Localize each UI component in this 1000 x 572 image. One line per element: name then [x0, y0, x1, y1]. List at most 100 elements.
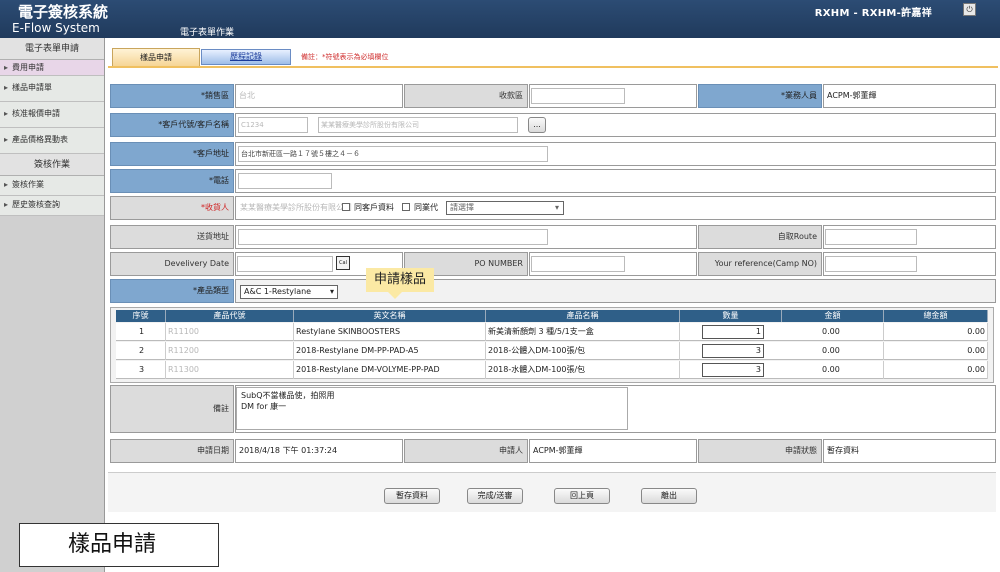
sales-label: *業務人員 — [698, 84, 822, 108]
cell-no: 2 — [116, 342, 166, 360]
sidebar-item-sample[interactable]: 樣品申請單 — [0, 76, 104, 102]
your-ref-label: Your reference(Camp NO) — [698, 252, 822, 276]
sidebar-section-eform: 電子表單申請 — [0, 38, 104, 60]
apply-date-label: 申請日期 — [110, 439, 234, 463]
col-header-no: 序號 — [116, 310, 166, 322]
your-ref-input[interactable] — [825, 256, 917, 272]
col-header-qty: 數量 — [680, 310, 782, 322]
status-value: 暫存資料 — [823, 439, 996, 463]
same-dealer-checkbox[interactable] — [402, 203, 410, 211]
tab-sample-request[interactable]: 樣品申請 — [112, 48, 200, 66]
sidebar-item-expense[interactable]: 費用申請 — [0, 60, 104, 76]
delivery-date-input[interactable] — [237, 256, 333, 272]
submit-button[interactable]: 完成/送審 — [467, 488, 523, 504]
your-ref-field — [823, 252, 996, 276]
cell-total: 0.00 — [884, 361, 988, 379]
tab-bar: 樣品申請 歷程記錄 備註：*符號表示為必填欄位 — [108, 46, 998, 68]
status-label: 申請狀態 — [698, 439, 822, 463]
sidebar-item-price[interactable]: 產品價格異動表 — [0, 128, 104, 154]
cell-amount: 0.00 — [782, 342, 884, 360]
product-line-label: *產品類型 — [110, 279, 234, 303]
ship-address-field — [235, 225, 697, 249]
table-row: 1 R11100 Restylane SKINBOOSTERS 新美清新顏劑 3… — [116, 323, 988, 341]
tab-history[interactable]: 歷程記錄 — [201, 49, 291, 65]
calendar-icon[interactable]: Cal — [336, 256, 350, 270]
same-dealer-label: 同業代 — [414, 203, 438, 212]
col-header-name: 產品名稱 — [486, 310, 680, 322]
receiver-area-label: 收款區 — [404, 84, 528, 108]
cell-code: R11300 — [166, 361, 294, 379]
dealer-select-value: 請選擇 — [450, 203, 474, 212]
cell-code: R11100 — [166, 323, 294, 341]
product-line-select[interactable]: A&C 1-Restylane ▾ — [240, 285, 338, 299]
applicant-value: ACPM-郭董輝 — [529, 439, 697, 463]
chevron-down-icon: ▾ — [554, 203, 559, 212]
page-caption: 樣品申請 — [19, 523, 219, 567]
address-input[interactable]: 台北市新莊區一路１７號５樓之４－６ — [238, 146, 548, 162]
self-pickup-field — [823, 225, 996, 249]
action-bar — [108, 472, 996, 512]
cell-name: 2018-公體入DM-100張/包 — [486, 342, 680, 360]
customer-code-input[interactable]: C1234 — [238, 117, 308, 133]
exit-button[interactable]: 離出 — [641, 488, 697, 504]
phone-input[interactable] — [238, 173, 332, 189]
address-label: *客戶地址 — [110, 142, 234, 166]
back-button[interactable]: 回上頁 — [554, 488, 610, 504]
table-row: 3 R11300 2018-Restylane DM-VOLYME-PP-PAD… — [116, 361, 988, 379]
phone-label: *電話 — [110, 169, 234, 193]
customer-browse-button[interactable]: ... — [528, 117, 546, 133]
cell-name: 新美清新顏劑 3 種/5/1支一盒 — [486, 323, 680, 341]
applicant-label: 申請人 — [404, 439, 528, 463]
required-note: 備註：*符號表示為必填欄位 — [301, 53, 389, 61]
qty-input[interactable]: 1 — [702, 325, 764, 339]
sidebar-item-quote[interactable]: 核准報價申請 — [0, 102, 104, 128]
consignee-label-text: *收貨人 — [201, 203, 229, 212]
ship-address-input[interactable] — [238, 229, 548, 245]
qty-input[interactable]: 3 — [702, 363, 764, 377]
po-input[interactable] — [531, 256, 625, 272]
customer-field: C1234 某某醫療美學診所股份有限公司 ... — [235, 113, 996, 137]
logout-icon[interactable]: ⏻ — [963, 3, 976, 16]
office-label-text: *銷售區 — [201, 91, 229, 100]
sidebar-section-sign: 簽核作業 — [0, 154, 104, 176]
menu-eform[interactable]: 電子表單作業 — [180, 25, 234, 38]
col-header-en: 英文名稱 — [294, 310, 486, 322]
delivery-date-label: Develivery Date — [110, 252, 234, 276]
same-customer-checkbox[interactable] — [342, 203, 350, 211]
cell-amount: 0.00 — [782, 361, 884, 379]
sales-value: ACPM-郭董輝 — [823, 84, 996, 108]
qty-input[interactable]: 3 — [702, 344, 764, 358]
customer-name-input[interactable]: 某某醫療美學診所股份有限公司 — [318, 117, 518, 133]
col-header-total: 總金額 — [884, 310, 988, 322]
product-line-field: A&C 1-Restylane ▾ — [235, 279, 996, 303]
apply-date-value: 2018/4/18 下午 01:37:24 — [235, 439, 403, 463]
sidebar-item-sign[interactable]: 簽核作業 — [0, 176, 104, 196]
address-field: 台北市新莊區一路１７號５樓之４－６ — [235, 142, 996, 166]
sidebar-item-history[interactable]: 歷史簽核查詢 — [0, 196, 104, 216]
dealer-select[interactable]: 請選擇 ▾ — [446, 201, 564, 215]
office-value-text: 台北 — [239, 91, 255, 100]
receiver-area-value — [529, 84, 697, 108]
sidebar: 電子表單申請 費用申請 樣品申請單 核准報價申請 產品價格異動表 簽核作業 簽核… — [0, 38, 105, 572]
cell-code: R11200 — [166, 342, 294, 360]
col-header-code: 產品代號 — [166, 310, 294, 322]
office-label: *銷售區 — [110, 84, 234, 108]
cell-en: Restylane SKINBOOSTERS — [294, 323, 486, 341]
cell-no: 1 — [116, 323, 166, 341]
same-customer-label: 同客戶資料 — [354, 203, 394, 212]
remark-textarea[interactable]: SubQ不當樣品使，拍照用 DM for 康一 — [236, 387, 628, 430]
cell-no: 3 — [116, 361, 166, 379]
self-pickup-label: 自取Route — [698, 225, 822, 249]
app-title: 電子簽核系統 — [18, 3, 109, 21]
consignee-value[interactable]: 某某醫療美學診所股份有限公司 — [240, 197, 352, 219]
cell-total: 0.00 — [884, 323, 988, 341]
save-button[interactable]: 暫存資料 — [384, 488, 440, 504]
app-subtitle: E-Flow System — [12, 21, 100, 35]
chevron-down-icon: ▾ — [329, 287, 334, 296]
consignee-label: *收貨人 — [110, 196, 234, 220]
self-pickup-input[interactable] — [825, 229, 917, 245]
office-value: 台北 — [235, 84, 403, 108]
receiver-area-input[interactable] — [531, 88, 625, 104]
cell-en: 2018-Restylane DM-VOLYME-PP-PAD — [294, 361, 486, 379]
cell-name: 2018-水體入DM-100張/包 — [486, 361, 680, 379]
